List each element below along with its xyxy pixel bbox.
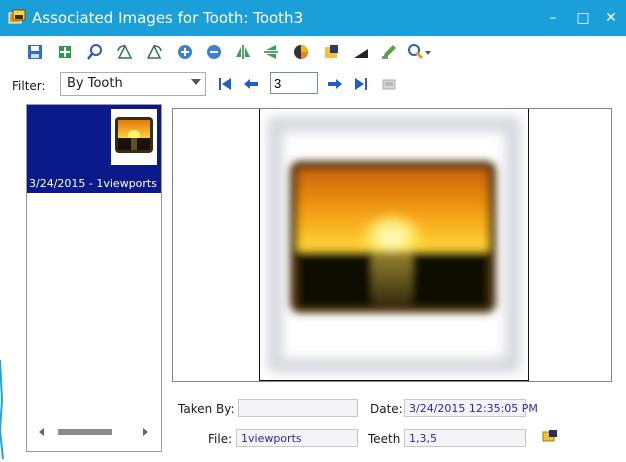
thumbnail-image [111, 109, 157, 165]
scroll-left-icon[interactable] [39, 428, 44, 436]
thumbnail-item[interactable]: 3/24/2015 - 1viewports [27, 105, 161, 193]
filter-selected-value: By Tooth [67, 76, 123, 91]
image-toolbar [0, 36, 626, 68]
brightness-icon[interactable] [352, 43, 370, 61]
teeth-field[interactable]: 1,3,5 [404, 429, 526, 447]
search-dropdown-icon[interactable] [406, 43, 432, 61]
window-title: Associated Images for Tooth: Tooth3 [32, 9, 304, 27]
zoom-icon[interactable] [86, 43, 104, 61]
flip-vertical-icon[interactable] [234, 43, 252, 61]
minimize-button[interactable]: – [542, 8, 564, 28]
filter-label: Filter: [12, 79, 46, 93]
tooth-app-icon [8, 9, 26, 27]
last-page-icon[interactable] [352, 75, 370, 93]
first-page-icon[interactable] [216, 75, 234, 93]
flip-horizontal-icon[interactable] [262, 43, 280, 61]
title-bar: Associated Images for Tooth: Tooth3 – □ … [0, 0, 626, 36]
image-viewer[interactable] [172, 108, 612, 382]
date-field[interactable]: 3/24/2015 12:35:05 PM [404, 399, 538, 417]
thumbnail-caption: 3/24/2015 - 1viewports [29, 177, 157, 190]
filter-combobox[interactable]: By Tooth [60, 72, 206, 96]
previous-page-icon[interactable] [242, 75, 260, 93]
zoom-in-icon[interactable] [176, 43, 194, 61]
next-page-icon[interactable] [326, 75, 344, 93]
rotate-right-icon[interactable] [145, 43, 163, 61]
move-icon[interactable] [56, 43, 74, 61]
zoom-out-icon[interactable] [205, 43, 223, 61]
edit-icon[interactable] [380, 43, 398, 61]
scan-icon[interactable] [322, 43, 340, 61]
file-field[interactable]: 1viewports [236, 429, 358, 447]
file-label: File: [208, 432, 233, 446]
color-icon[interactable] [292, 43, 310, 61]
save-icon[interactable] [26, 43, 44, 61]
image-placeholder-picture [268, 117, 520, 372]
page-number-input[interactable] [270, 72, 318, 94]
teeth-label: Teeth [368, 432, 401, 446]
filter-bar: Filter: By Tooth [0, 68, 626, 100]
chevron-down-icon [191, 79, 201, 85]
open-file-icon[interactable] [542, 429, 558, 443]
date-label: Date: [370, 402, 403, 416]
maximize-button[interactable]: □ [572, 8, 594, 28]
taken-by-label: Taken By: [178, 402, 235, 416]
thumbnail-scrollbar[interactable] [27, 423, 161, 443]
image-placeholder-icon[interactable] [380, 75, 398, 93]
scrollbar-thumb[interactable] [58, 429, 112, 435]
image-frame [259, 109, 529, 381]
close-button[interactable]: ✕ [600, 8, 622, 28]
scroll-right-icon[interactable] [143, 428, 148, 436]
taken-by-field[interactable] [238, 399, 358, 417]
rotate-left-icon[interactable] [116, 43, 134, 61]
left-window-edge [0, 100, 10, 460]
thumbnail-list[interactable]: 3/24/2015 - 1viewports [26, 104, 162, 452]
